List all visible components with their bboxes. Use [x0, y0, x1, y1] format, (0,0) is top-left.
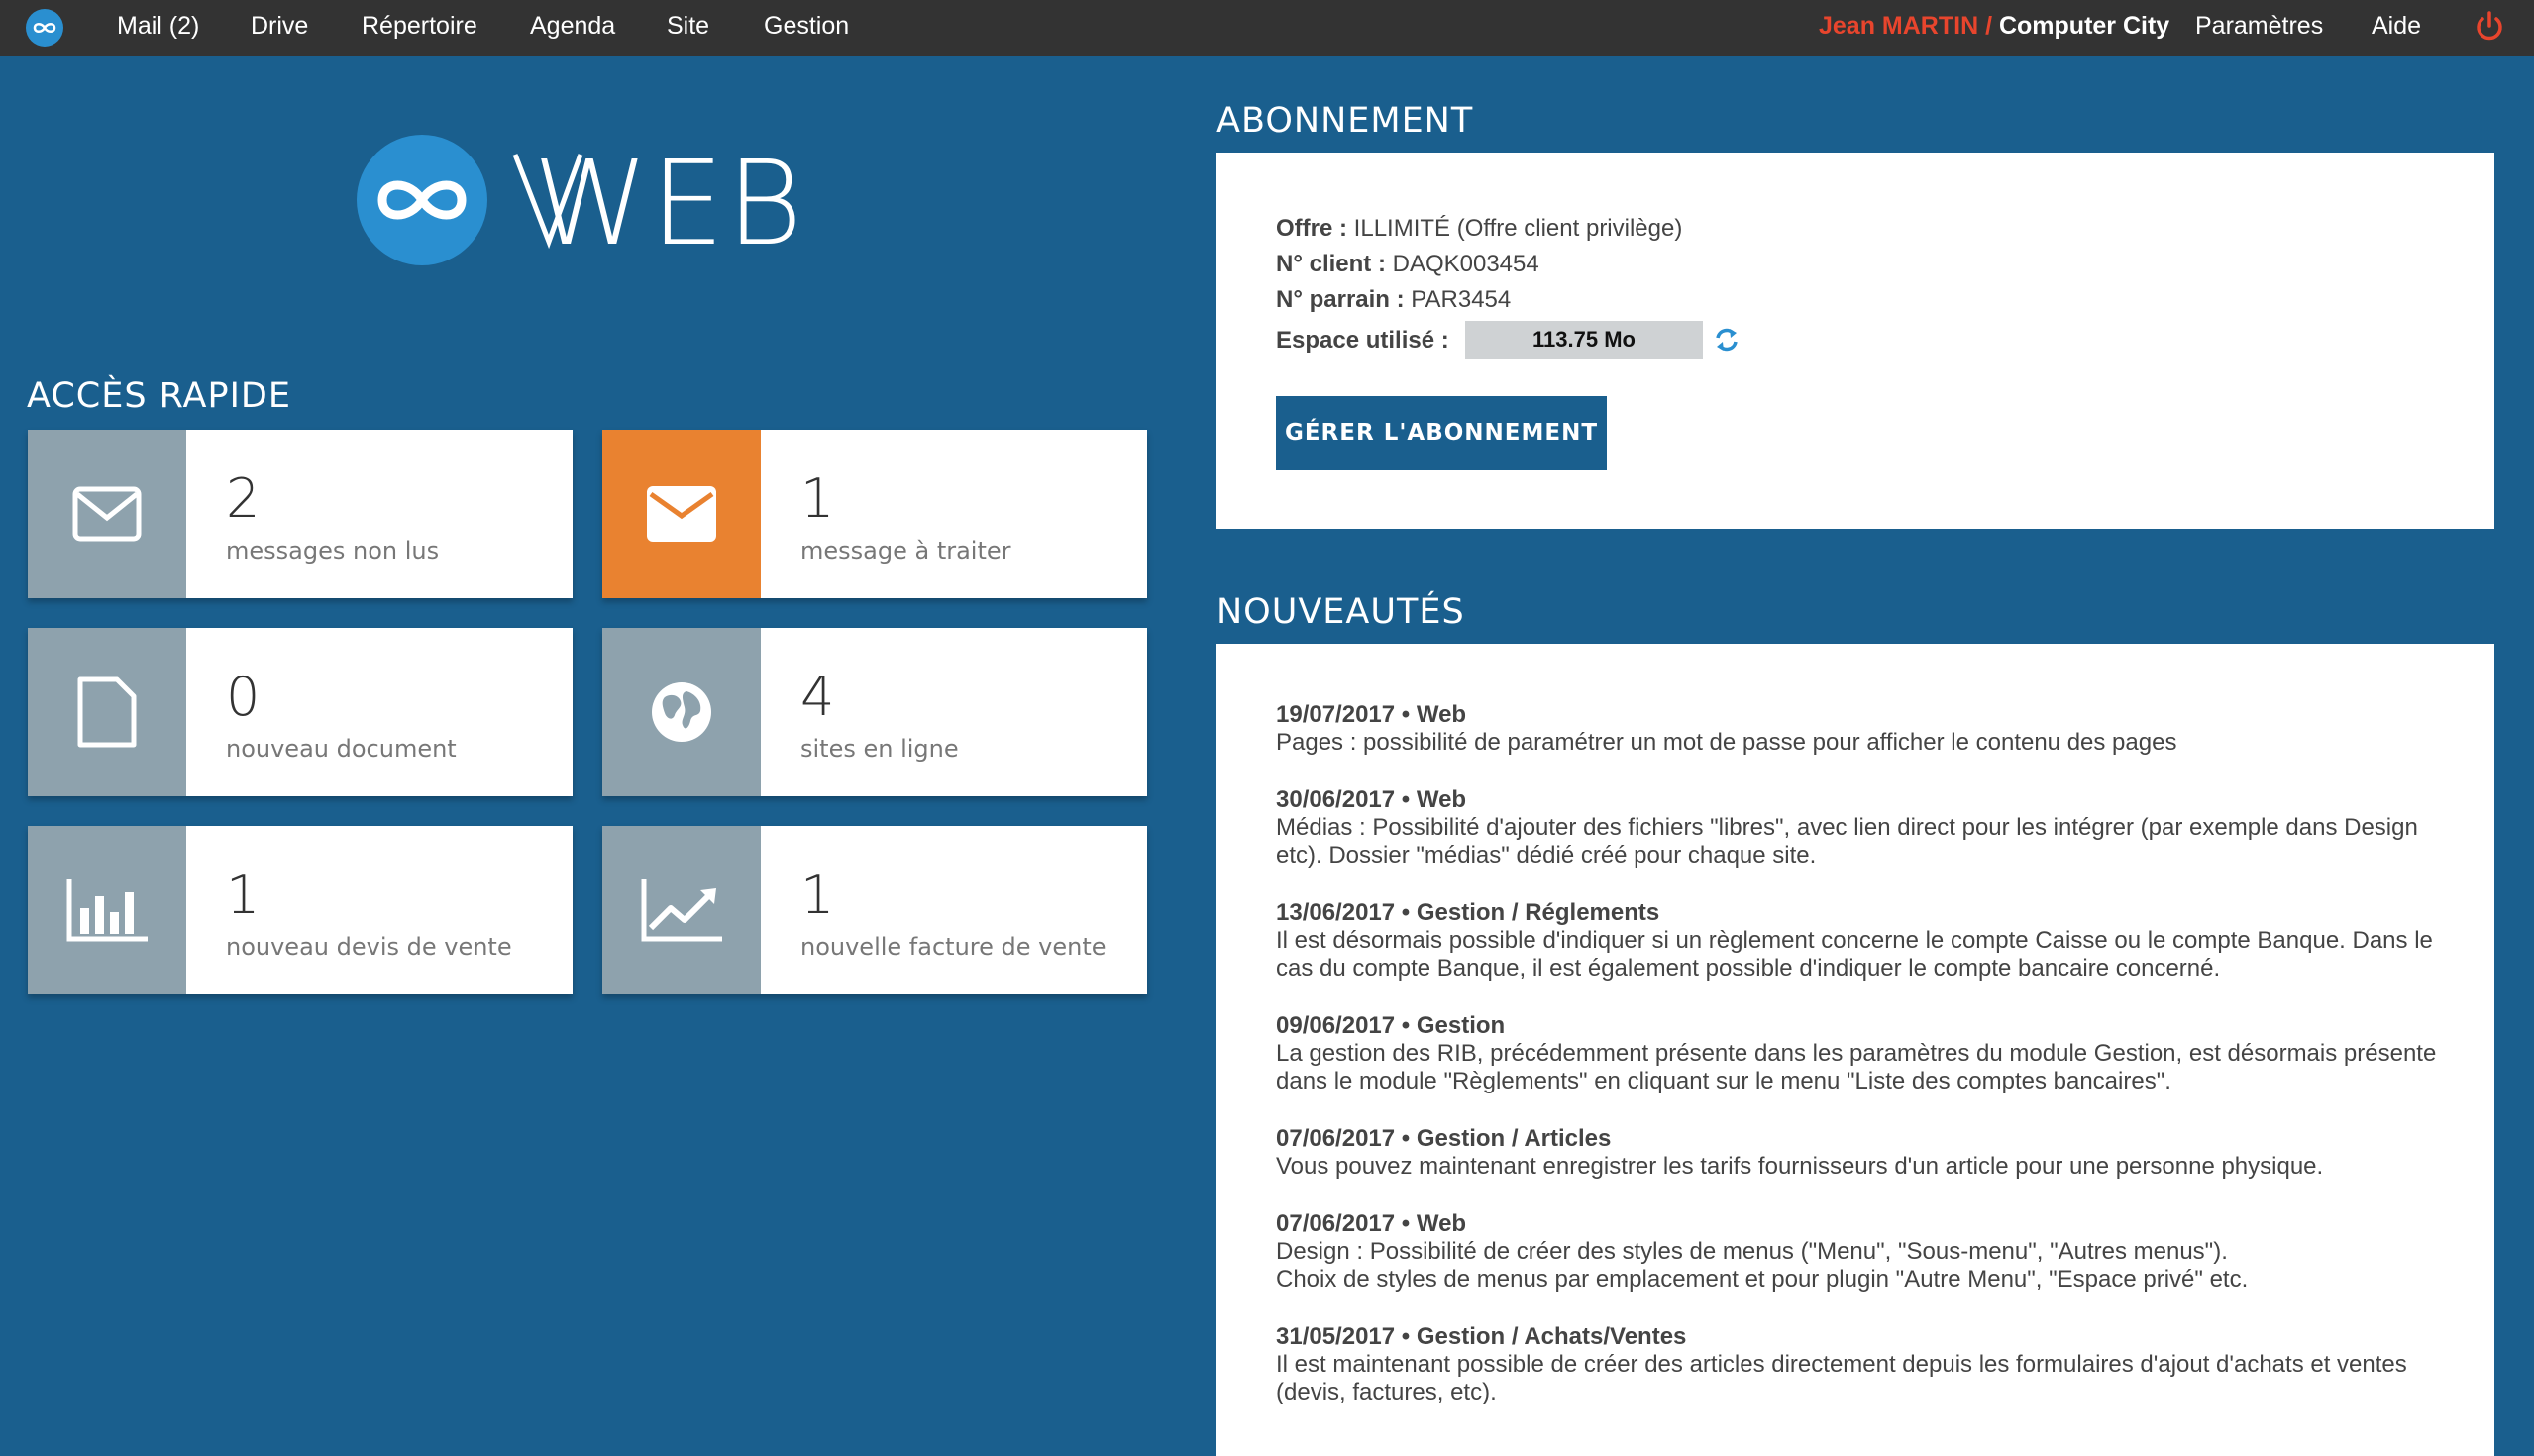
- news-item-head: 19/07/2017 • Web: [1276, 701, 1467, 728]
- tile-label: sites en ligne: [800, 735, 959, 763]
- nav-management[interactable]: Gestion: [764, 0, 849, 56]
- news-item-body: Choix de styles de menus par emplacement…: [1276, 1266, 2249, 1293]
- nav-settings[interactable]: Paramètres: [2195, 0, 2323, 56]
- manage-subscription-button[interactable]: GÉRER L'ABONNEMENT: [1276, 396, 1607, 470]
- tile-new-quotes[interactable]: 1 nouveau devis de vente: [28, 826, 573, 994]
- sponsor-row: N° parrain : PAR3454: [1276, 286, 1511, 314]
- tile-count: 1: [800, 468, 835, 530]
- refresh-icon[interactable]: [1712, 325, 1742, 355]
- envelope-icon: [72, 486, 142, 542]
- tile-count: 0: [226, 666, 261, 728]
- news-item-body: Vous pouvez maintenant enregistrer les t…: [1276, 1153, 2324, 1180]
- bar-chart-icon: [66, 879, 148, 942]
- news-item: 09/06/2017 • Gestion La gestion des RIB,…: [1276, 1012, 2455, 1095]
- client-row: N° client : DAQK003454: [1276, 251, 1539, 278]
- tile-icon-box: [602, 430, 761, 598]
- news-panel: 19/07/2017 • Web Pages : possibilité de …: [1216, 644, 2494, 1456]
- tile-icon-box: [28, 430, 186, 598]
- news-item: 07/06/2017 • Gestion / Articles Vous pou…: [1276, 1125, 2455, 1181]
- globe-icon: [652, 682, 711, 742]
- news-item-head: 09/06/2017 • Gestion: [1276, 1012, 1506, 1039]
- tile-count: 1: [226, 864, 261, 926]
- news-item: 07/06/2017 • Web Design : Possibilité de…: [1276, 1210, 2455, 1294]
- tile-label: message à traiter: [800, 537, 1011, 565]
- tile-count: 1: [800, 864, 835, 926]
- offer-value: ILLIMITÉ (Offre client privilège): [1353, 215, 1683, 242]
- news-item-body: Il est désormais possible d'indiquer si …: [1276, 927, 2433, 982]
- client-value: DAQK003454: [1392, 251, 1539, 277]
- brand-name: WEB: [533, 135, 805, 271]
- company-name: Computer City: [1998, 12, 2170, 40]
- tile-icon-box: [28, 628, 186, 796]
- tile-sites-online[interactable]: 4 sites en ligne: [602, 628, 1147, 796]
- quick-access-title: ACCÈS RAPIDE: [27, 376, 291, 416]
- nav-mail[interactable]: Mail (2): [117, 0, 199, 56]
- news-item: 30/06/2017 • Web Médias : Possibilité d'…: [1276, 786, 2455, 870]
- news-item-body: Pages : possibilité de paramétrer un mot…: [1276, 729, 2177, 756]
- tile-new-invoices[interactable]: 1 nouvelle facture de vente: [602, 826, 1147, 994]
- news-item: 19/07/2017 • Web Pages : possibilité de …: [1276, 701, 2455, 757]
- news-item-body: Design : Possibilité de créer des styles…: [1276, 1238, 2228, 1265]
- sponsor-label: N° parrain :: [1276, 286, 1405, 313]
- tile-count: 4: [800, 666, 835, 728]
- user-name: Jean MARTIN /: [1819, 12, 1993, 40]
- news-item-head: 30/06/2017 • Web: [1276, 786, 1467, 813]
- tile-icon-box: [28, 826, 186, 994]
- nav-site[interactable]: Site: [667, 0, 709, 56]
- top-nav-bar: Mail (2) Drive Répertoire Agenda Site Ge…: [0, 0, 2534, 56]
- news-item-body: Médias : Possibilité d'ajouter des fichi…: [1276, 814, 2418, 869]
- nav-directory[interactable]: Répertoire: [362, 0, 477, 56]
- tile-count: 2: [226, 468, 261, 530]
- news-item-head: 13/06/2017 • Gestion / Réglements: [1276, 899, 1660, 926]
- tile-label: nouveau devis de vente: [226, 933, 512, 961]
- trend-chart-icon: [641, 879, 722, 942]
- envelope-icon: [647, 486, 716, 542]
- nav-agenda[interactable]: Agenda: [530, 0, 615, 56]
- storage-usage-bar: 113.75 Mo: [1465, 321, 1703, 359]
- user-account-link[interactable]: Jean MARTIN / Computer City: [1819, 0, 2169, 56]
- tile-new-documents[interactable]: 0 nouveau document: [28, 628, 573, 796]
- offer-row: Offre : ILLIMITÉ (Offre client privilège…: [1276, 215, 1682, 243]
- tile-icon-box: [602, 826, 761, 994]
- client-label: N° client :: [1276, 251, 1386, 277]
- subscription-title: ABONNEMENT: [1216, 101, 1474, 141]
- document-icon: [77, 676, 137, 748]
- tile-unread-messages[interactable]: 2 messages non lus: [28, 430, 573, 598]
- tile-messages-to-process[interactable]: 1 message à traiter: [602, 430, 1147, 598]
- news-item-head: 07/06/2017 • Web: [1276, 1210, 1467, 1237]
- sponsor-value: PAR3454: [1411, 286, 1512, 313]
- news-title: NOUVEAUTÉS: [1216, 592, 1465, 632]
- tile-label: nouveau document: [226, 735, 457, 763]
- tile-icon-box: [602, 628, 761, 796]
- subscription-panel: Offre : ILLIMITÉ (Offre client privilège…: [1216, 153, 2494, 529]
- news-item: 13/06/2017 • Gestion / Réglements Il est…: [1276, 899, 2455, 983]
- app-logo-icon[interactable]: [26, 9, 63, 47]
- news-item-body: La gestion des RIB, précédemment présent…: [1276, 1040, 2437, 1094]
- news-item: 31/05/2017 • Gestion / Achats/Ventes Il …: [1276, 1323, 2455, 1406]
- news-item-head: 31/05/2017 • Gestion / Achats/Ventes: [1276, 1323, 1687, 1350]
- space-row: Espace utilisé :: [1276, 327, 1449, 355]
- brand-logo: WEB: [355, 135, 810, 273]
- news-item-head: 07/06/2017 • Gestion / Articles: [1276, 1125, 1612, 1152]
- space-label: Espace utilisé :: [1276, 327, 1449, 354]
- offer-label: Offre :: [1276, 215, 1347, 242]
- tile-label: nouvelle facture de vente: [800, 933, 1107, 961]
- nav-help[interactable]: Aide: [2372, 0, 2421, 56]
- news-item-body: Il est maintenant possible de créer des …: [1276, 1351, 2407, 1405]
- power-icon[interactable]: [2473, 10, 2506, 44]
- tile-label: messages non lus: [226, 537, 440, 565]
- nav-drive[interactable]: Drive: [251, 0, 308, 56]
